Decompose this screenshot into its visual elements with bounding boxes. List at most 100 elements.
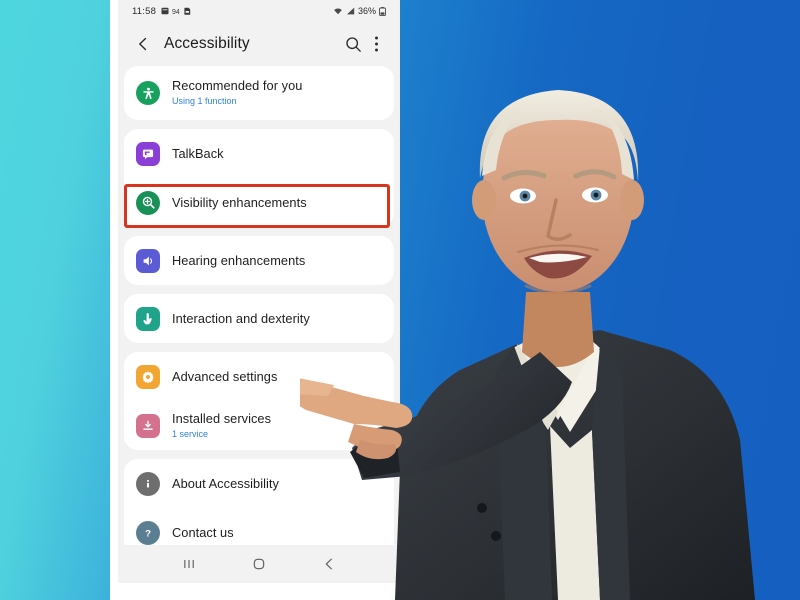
speech-bubble-icon (136, 141, 160, 166)
ear-left (472, 180, 496, 220)
chin-shadow (524, 284, 592, 295)
neck (522, 292, 594, 367)
back-button[interactable] (132, 33, 154, 55)
sd-card-icon (184, 7, 191, 15)
hair-detail-right (596, 108, 634, 180)
eyebrow-left (501, 170, 547, 181)
group-advanced: Advanced settings Installed services 1 s… (124, 352, 394, 450)
svg-text:?: ? (145, 528, 151, 539)
settings-list: Recommended for you Using 1 function Tal… (118, 66, 400, 557)
list-item-visibility-enhancements[interactable]: Visibility enhancements (124, 178, 394, 227)
gear-icon (136, 364, 160, 389)
recents-button[interactable] (176, 551, 202, 577)
search-button[interactable] (340, 31, 366, 57)
recents-icon (184, 560, 194, 568)
dual-sim-icon: 94 (172, 9, 180, 15)
pupil-right (593, 192, 599, 198)
list-item-title: TalkBack (172, 145, 224, 161)
hair-detail-left (482, 108, 522, 176)
list-item-title: Visibility enhancements (172, 194, 307, 210)
overflow-menu-button[interactable] (366, 31, 386, 57)
list-item-text: Hearing enhancements (172, 253, 305, 269)
battery-icon (379, 6, 386, 16)
suit-button (477, 503, 487, 513)
list-item-title: Recommended for you (172, 78, 303, 94)
teeth (529, 253, 587, 263)
page-title: Accessibility (164, 35, 250, 52)
iris-right (590, 189, 602, 201)
mouth (524, 250, 592, 279)
group-interaction: Interaction and dexterity (124, 294, 394, 343)
eyebrow-right (573, 169, 617, 180)
list-item-text: Interaction and dexterity (172, 311, 310, 327)
list-item-title: Interaction and dexterity (172, 310, 310, 326)
eye-right (582, 187, 608, 203)
signal-icon (346, 7, 355, 15)
suit-lapel-left (496, 346, 552, 600)
speaker-icon (136, 248, 160, 273)
navigation-bar (118, 545, 400, 583)
action-bar: Accessibility (118, 22, 400, 66)
question-mark-icon: ? (136, 520, 160, 545)
list-item-subtitle: 1 service (172, 428, 209, 439)
nose (546, 198, 572, 241)
list-item-text: Recommended for you Using 1 function (172, 78, 302, 108)
list-item-text: Contact us (172, 525, 234, 541)
magnifier-plus-icon (136, 190, 160, 215)
list-item-recommended-for-you[interactable]: Recommended for you Using 1 function (124, 66, 394, 120)
list-item-title: Installed services (172, 410, 272, 426)
iris-left (519, 190, 531, 202)
shirt-front (550, 426, 600, 600)
status-bar-time: 11:58 (132, 5, 157, 17)
face (482, 100, 634, 292)
status-bar-left-icons: 94 (161, 7, 191, 15)
list-item-title: Hearing enhancements (172, 252, 306, 268)
list-item-advanced-settings[interactable]: Advanced settings (124, 352, 394, 401)
ear-right (620, 180, 644, 220)
info-icon (136, 471, 160, 496)
list-item-interaction-and-dexterity[interactable]: Interaction and dexterity (124, 294, 394, 343)
group-recommended: Recommended for you Using 1 function (124, 66, 394, 120)
list-item-installed-services[interactable]: Installed services 1 service (124, 401, 394, 450)
list-item-hearing-enhancements[interactable]: Hearing enhancements (124, 236, 394, 285)
eye-left (510, 188, 536, 204)
status-bar-right-icons: 36% (333, 6, 386, 16)
hair (479, 90, 639, 182)
list-item-text: Visibility enhancements (172, 195, 307, 211)
svg-text:94: 94 (172, 9, 180, 15)
calendar-icon (161, 7, 169, 15)
status-bar: 11:58 94 36% (118, 0, 400, 22)
list-item-title: Contact us (172, 524, 234, 540)
shirt-collar-right (558, 344, 610, 432)
list-item-title: About Accessibility (172, 475, 279, 491)
lip-line (517, 244, 599, 253)
list-item-text: TalkBack (172, 146, 224, 162)
home-icon (253, 558, 265, 570)
suit-button (491, 531, 501, 541)
phone-screenshot: 11:58 94 36% Accessibility Recommended f… (110, 0, 400, 600)
shirt-collar-left (506, 344, 558, 430)
suit-lapel-right (592, 346, 630, 600)
battery-percent-label: 36% (357, 6, 376, 16)
list-item-text: About Accessibility (172, 476, 279, 492)
list-item-about-accessibility[interactable]: About Accessibility (124, 459, 394, 508)
tap-hand-icon (136, 306, 160, 331)
more-vertical-icon (374, 36, 378, 52)
group-hearing: Hearing enhancements (124, 236, 394, 285)
dress-shirt (513, 332, 600, 420)
back-icon (325, 558, 332, 570)
list-item-title: Advanced settings (172, 368, 278, 384)
list-item-talkback[interactable]: TalkBack (124, 129, 394, 178)
list-item-text: Installed services 1 service (172, 411, 271, 441)
phone-screen: 11:58 94 36% Accessibility Recommended f… (118, 0, 400, 583)
list-item-text: Advanced settings (172, 369, 277, 385)
suit-torso (395, 330, 755, 600)
list-item-subtitle: Using 1 function (172, 96, 237, 107)
download-box-icon (136, 413, 160, 438)
chevron-left-icon (139, 37, 147, 51)
nav-back-button[interactable] (316, 551, 342, 577)
home-button[interactable] (246, 551, 272, 577)
group-about: About Accessibility ? Contact us (124, 459, 394, 557)
search-icon (345, 36, 361, 52)
accessibility-person-icon (136, 81, 160, 105)
